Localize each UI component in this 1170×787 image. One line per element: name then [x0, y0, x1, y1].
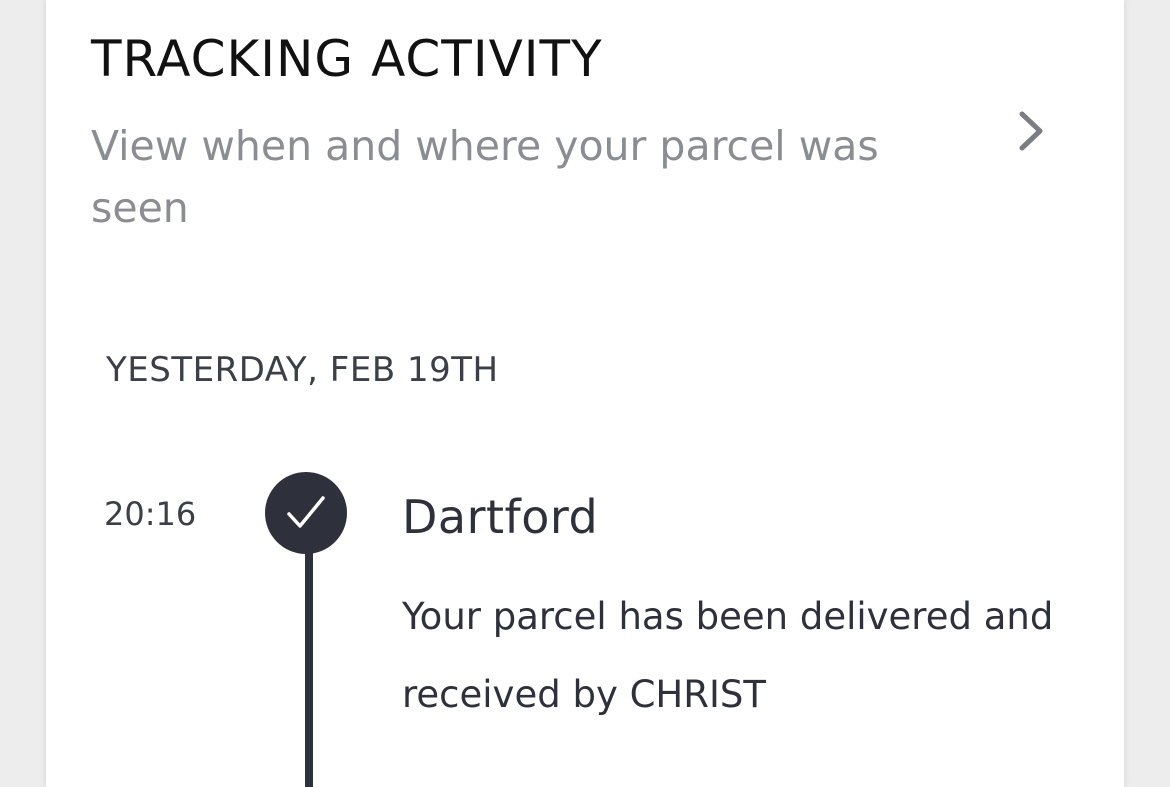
timeline-status-dot [265, 472, 347, 554]
date-header: YESTERDAY, FEB 19TH [106, 350, 499, 390]
tracking-activity-link[interactable]: TRACKING ACTIVITY View when and where yo… [46, 0, 1124, 260]
tracking-activity-subtitle: View when and where your parcel was seen [91, 122, 879, 232]
tracking-card: TRACKING ACTIVITY View when and where yo… [46, 0, 1124, 787]
event-time: 20:16 [104, 495, 197, 533]
tracking-activity-title: TRACKING ACTIVITY [91, 30, 603, 88]
chevron-right-icon[interactable] [1006, 106, 1056, 156]
timeline-line [305, 545, 313, 787]
check-icon [287, 496, 325, 528]
event-location: Dartford [402, 490, 599, 544]
event-description: Your parcel has been delivered and recei… [402, 595, 1054, 716]
